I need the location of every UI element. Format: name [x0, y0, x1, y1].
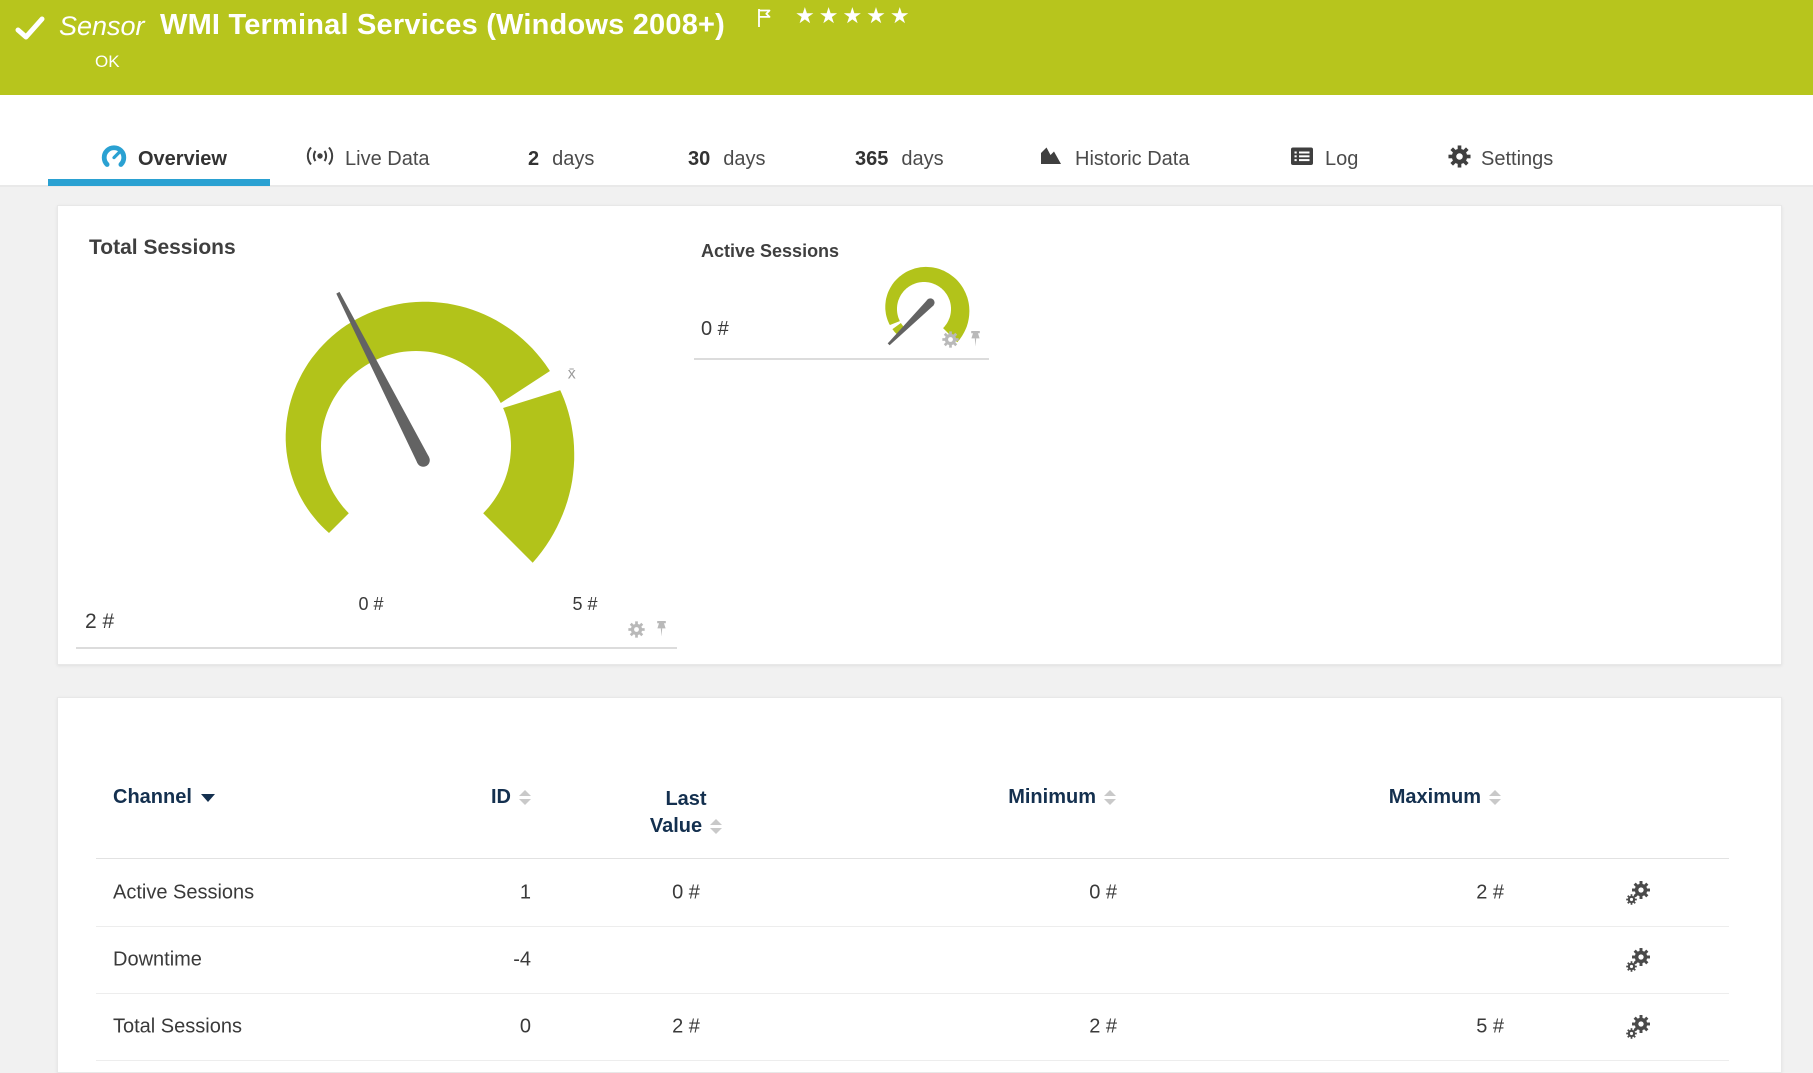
cell-channel: Downtime: [113, 948, 202, 970]
breadcrumb[interactable]: Sensor: [59, 11, 145, 42]
column-header-minimum[interactable]: Minimum: [816, 786, 1116, 809]
flag-icon[interactable]: [757, 8, 773, 33]
tab-365-days[interactable]: 365 days: [855, 144, 944, 174]
cell-maximum: 2 #: [1476, 881, 1504, 903]
gauge-min-label: 0 #: [358, 594, 384, 614]
table-row: Total Sessions 0 2 # 2 # 5 #: [96, 993, 1729, 1061]
gear-icon[interactable]: [942, 331, 959, 348]
cell-id: 1: [519, 881, 531, 903]
area-chart-icon: [1038, 144, 1065, 174]
log-list-icon: [1290, 146, 1315, 173]
tab-log[interactable]: Log: [1290, 144, 1358, 174]
svg-text:x̄: x̄: [568, 366, 576, 383]
sort-arrows-icon: [710, 819, 723, 835]
sort-desc-icon: [200, 793, 215, 802]
sensor-header: Sensor WMI Terminal Services (Windows 20…: [0, 0, 1813, 95]
channels-table-panel: Channel ID Last Value Minimum Maximum Ac…: [57, 697, 1782, 1073]
column-header-maximum[interactable]: Maximum: [1201, 786, 1501, 809]
cell-channel: Active Sessions: [113, 881, 255, 903]
channel-settings-gears-icon[interactable]: [1613, 1014, 1663, 1039]
column-header-id[interactable]: ID: [331, 786, 531, 809]
gauge-tools: [628, 620, 669, 638]
tab-historic-data[interactable]: Historic Data: [1038, 144, 1189, 174]
cell-id: -4: [513, 948, 531, 970]
gauge-separator: [76, 647, 677, 649]
cell-last-value: 0 #: [672, 881, 700, 903]
gear-icon: [1448, 144, 1471, 174]
tab-settings[interactable]: Settings: [1448, 144, 1553, 174]
total-sessions-gauge[interactable]: x̄: [238, 256, 718, 666]
gear-icon[interactable]: [628, 621, 645, 638]
gauge-current-value: 0 #: [701, 318, 729, 340]
tab-bar: Overview Live Data 2 days 30 days 365 da…: [0, 95, 1813, 187]
column-header-channel[interactable]: Channel: [113, 786, 215, 809]
table-row: Active Sessions 1 0 # 0 # 2 #: [96, 859, 1729, 927]
cell-minimum: 2 #: [1089, 1015, 1117, 1037]
page-title: WMI Terminal Services (Windows 2008+): [160, 9, 726, 41]
cell-last-value: 2 #: [672, 1015, 700, 1037]
live-signal-icon: [305, 143, 335, 175]
status-badge: OK: [95, 52, 120, 71]
cell-channel: Total Sessions: [113, 1015, 242, 1037]
sort-arrows-icon: [1489, 790, 1501, 806]
active-tab-underline: [48, 179, 270, 186]
cell-id: 0: [519, 1015, 531, 1037]
pin-icon[interactable]: [968, 330, 983, 348]
gauge-current-value: 2 #: [85, 610, 115, 633]
sort-arrows-icon: [1104, 790, 1116, 806]
gauge-max-label: 5 #: [572, 594, 598, 614]
tab-overview[interactable]: Overview: [100, 144, 227, 174]
gauge-title-total-sessions: Total Sessions: [89, 236, 236, 259]
gauge-icon: [100, 144, 128, 174]
gauges-panel: Total Sessions x̄ 0 # 5 # 2 # Active Ses…: [57, 205, 1782, 665]
channel-settings-gears-icon[interactable]: [1613, 880, 1663, 905]
sort-arrows-icon: [519, 790, 531, 806]
gauge-separator: [694, 358, 989, 360]
tab-live-data[interactable]: Live Data: [305, 144, 430, 174]
column-header-last-value[interactable]: Last Value: [586, 786, 786, 840]
table-row: Downtime -4: [96, 926, 1729, 994]
cell-minimum: 0 #: [1089, 881, 1117, 903]
channel-settings-gears-icon[interactable]: [1613, 947, 1663, 972]
tab-30-days[interactable]: 30 days: [688, 144, 766, 174]
tab-2-days[interactable]: 2 days: [528, 144, 594, 174]
pin-icon[interactable]: [654, 620, 669, 638]
cell-maximum: 5 #: [1476, 1015, 1504, 1037]
gauge-title-active-sessions: Active Sessions: [701, 241, 840, 261]
priority-stars[interactable]: ★★★★★: [795, 3, 914, 29]
status-check-icon: [15, 16, 45, 48]
gauge-tools: [942, 330, 983, 348]
